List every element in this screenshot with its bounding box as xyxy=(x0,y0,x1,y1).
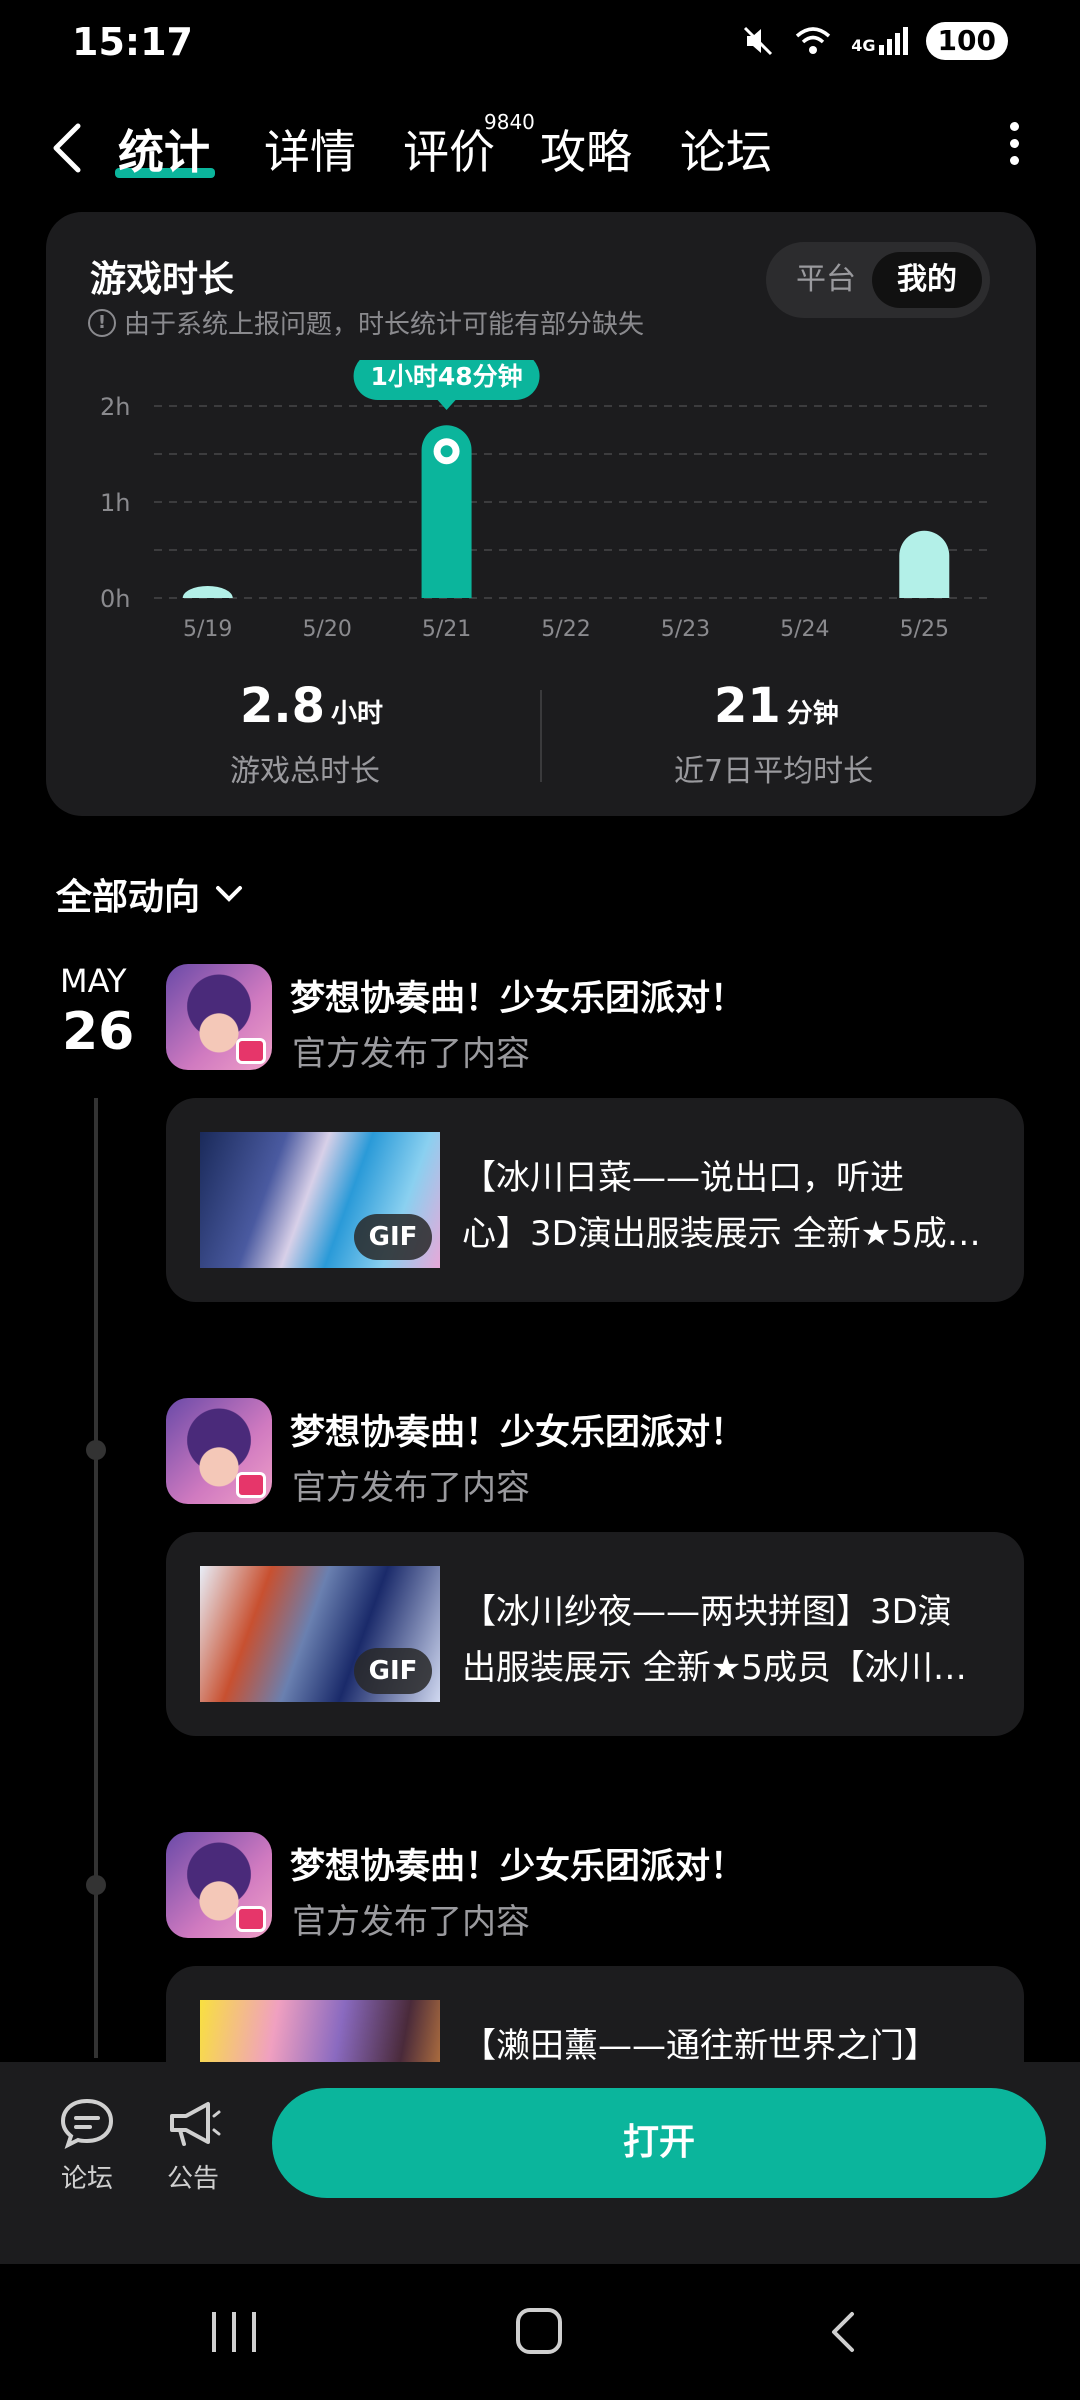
stats-divider xyxy=(540,690,542,782)
total-play-time-value: 2.8 xyxy=(240,678,326,734)
announcement-button-label: 公告 xyxy=(166,2164,219,2194)
wifi-icon xyxy=(796,27,831,54)
status-icons: 4G 100 xyxy=(741,22,1008,60)
mute-icon xyxy=(744,26,773,56)
post-author[interactable]: 梦想协奏曲！少女乐团派对！ xyxy=(290,1838,745,1889)
post-action: 官方发布了内容 xyxy=(292,1468,530,1508)
play-time-title: 游戏时长 xyxy=(90,259,235,300)
game-app-icon[interactable] xyxy=(166,964,272,1070)
bilibili-badge-icon xyxy=(236,1038,266,1064)
more-options-button[interactable] xyxy=(1000,122,1028,172)
review-count-badge: 9840 xyxy=(484,110,535,134)
chart-bar xyxy=(899,530,950,598)
x-tick-label: 5/20 xyxy=(302,617,351,642)
toggle-mine[interactable]: 我的 xyxy=(872,252,982,308)
network-type: 4G xyxy=(851,36,876,55)
tab-stats[interactable]: 统计 xyxy=(118,116,210,182)
info-icon: ! xyxy=(88,308,116,337)
average-play-time: 21 分钟 xyxy=(714,678,839,734)
post-card-line: 【冰川纱夜——两块拼图】3D演 xyxy=(462,1592,952,1632)
y-tick-label: 0h xyxy=(100,585,130,613)
play-time-note-text: 由于系统上报问题，时长统计可能有部分缺失 xyxy=(124,310,645,340)
more-icon xyxy=(1009,122,1019,131)
timeline-line xyxy=(94,1098,98,2058)
date-day: 26 xyxy=(62,1002,135,1062)
megaphone-icon xyxy=(170,2102,221,2146)
y-tick-label: 1h xyxy=(100,489,130,517)
play-time-chart: 0h 1h 2h 5/19 5/20 1小时48分钟 5/21 5/22 5/23 5/24 5/2… xyxy=(100,360,990,642)
feed-filter-dropdown[interactable]: 全部动向 xyxy=(56,868,246,920)
game-app-icon[interactable] xyxy=(166,1832,272,1938)
post-card[interactable]: GIF 【冰川纱夜——两块拼图】3D演 出服装展示 全新★5成员【冰川纱夜】 xyxy=(166,1532,1024,1736)
post-thumbnail: GIF xyxy=(200,1566,440,1702)
date-month: MAY xyxy=(60,962,127,1000)
average-play-time-value: 21 xyxy=(714,678,781,734)
total-play-time-label: 游戏总时长 xyxy=(230,754,380,789)
x-tick-label: 5/19 xyxy=(183,617,232,642)
announcement-button[interactable]: 公告 xyxy=(148,2096,238,2195)
bilibili-badge-icon xyxy=(236,1472,266,1498)
chevron-down-icon xyxy=(216,886,243,902)
chart-tooltip-text: 1小时48分钟 xyxy=(370,362,522,391)
battery-indicator: 100 xyxy=(925,22,1008,60)
back-button[interactable] xyxy=(44,112,92,182)
average-play-time-label: 近7日平均时长 xyxy=(674,754,874,789)
signal-icon: 4G xyxy=(851,27,908,55)
x-tick-label: 5/25 xyxy=(900,617,949,642)
post-thumbnail: GIF xyxy=(200,1132,440,1268)
tab-details[interactable]: 详情 xyxy=(264,116,356,182)
tab-guides[interactable]: 攻略 xyxy=(540,116,632,182)
total-play-time: 2.8 小时 xyxy=(240,678,383,734)
gif-badge: GIF xyxy=(354,1648,432,1694)
post-card-line: 心】3D演出服装展示 全新★5成员【冰川日菜】 xyxy=(462,1214,992,1254)
chart-bar xyxy=(182,586,233,598)
post-action: 官方发布了内容 xyxy=(292,1902,530,1942)
post-card-line: 出服装展示 全新★5成员【冰川纱夜】 xyxy=(462,1648,992,1688)
tab-reviews[interactable]: 评价 xyxy=(403,116,495,182)
post-card-text: 【冰川纱夜——两块拼图】3D演 出服装展示 全新★5成员【冰川纱夜】 xyxy=(462,1584,992,1696)
play-time-note: ! 由于系统上报问题，时长统计可能有部分缺失 xyxy=(88,304,644,341)
forum-button[interactable]: 论坛 xyxy=(42,2096,132,2195)
y-tick-label: 2h xyxy=(100,393,130,421)
post-card[interactable]: GIF 【冰川日菜——说出口，听进 心】3D演出服装展示 全新★5成员【冰川日菜… xyxy=(166,1098,1024,1302)
timeline-dot xyxy=(86,1875,106,1895)
total-play-time-unit: 小时 xyxy=(331,699,384,729)
x-tick-label: 5/22 xyxy=(541,617,590,642)
open-game-button[interactable]: 打开 xyxy=(272,2088,1046,2198)
status-time: 15:17 xyxy=(72,20,193,64)
post-card-text: 【冰川日菜——说出口，听进 心】3D演出服装展示 全新★5成员【冰川日菜】 xyxy=(462,1150,992,1262)
bar-marker-inner xyxy=(440,445,453,458)
x-tick-label: 5/21 xyxy=(422,617,471,642)
bilibili-badge-icon xyxy=(236,1906,266,1932)
post-author[interactable]: 梦想协奏曲！少女乐团派对！ xyxy=(290,970,745,1021)
forum-button-label: 论坛 xyxy=(60,2164,113,2194)
feed-filter-label: 全部动向 xyxy=(56,877,201,918)
post-action: 官方发布了内容 xyxy=(292,1034,530,1074)
system-back-button[interactable] xyxy=(824,2308,864,2356)
gif-badge: GIF xyxy=(354,1214,432,1260)
x-tick-label: 5/24 xyxy=(780,617,829,642)
recents-icon xyxy=(212,2312,216,2352)
post-author[interactable]: 梦想协奏曲！少女乐团派对！ xyxy=(290,1404,745,1455)
recent-apps-button[interactable] xyxy=(212,2312,256,2352)
tab-forum[interactable]: 论坛 xyxy=(680,116,772,182)
toggle-platform[interactable]: 平台 xyxy=(776,252,876,308)
home-button[interactable] xyxy=(516,2308,562,2354)
timeline-dot xyxy=(86,1440,106,1460)
chat-bubble-icon xyxy=(60,2098,114,2149)
average-play-time-unit: 分钟 xyxy=(786,699,839,729)
post-card-line: 【冰川日菜——说出口，听进 xyxy=(462,1158,904,1198)
game-app-icon[interactable] xyxy=(166,1398,272,1504)
x-tick-label: 5/23 xyxy=(661,617,710,642)
